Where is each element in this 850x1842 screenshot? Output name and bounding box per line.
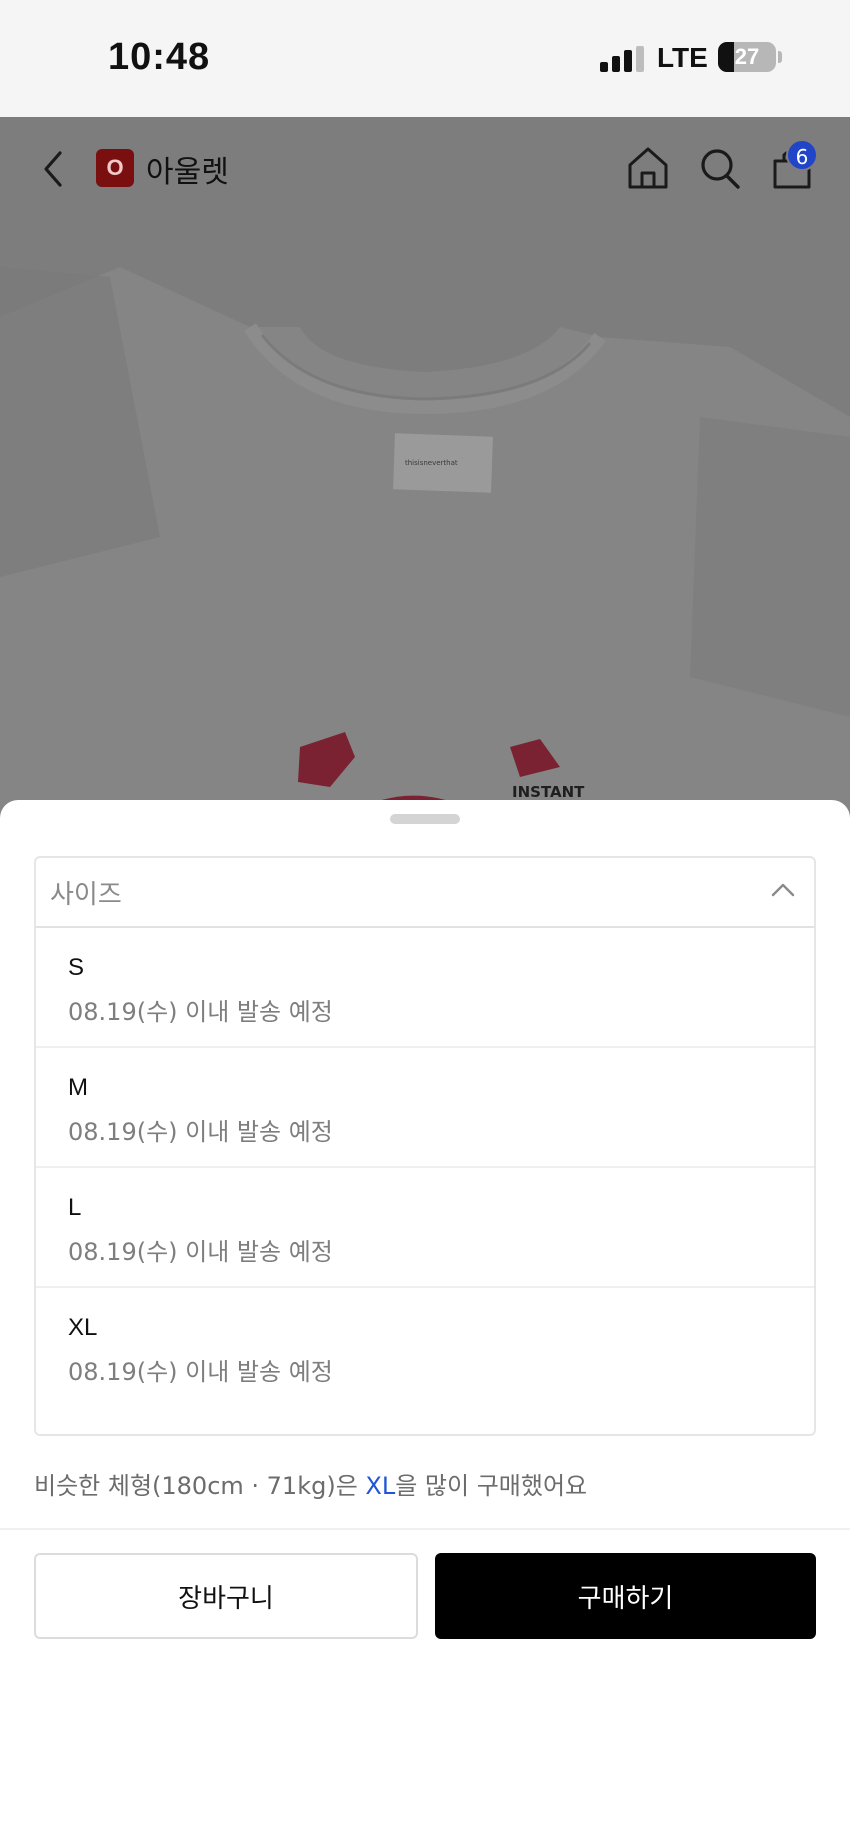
status-bar: 10:48 LTE 27 <box>0 0 850 117</box>
product-image: thisisneverthat INSTANT <box>0 117 850 842</box>
neck-label-text: thisisneverthat <box>405 459 458 467</box>
tshirt-image: thisisneverthat INSTANT <box>0 267 850 842</box>
sheet-drag-handle[interactable] <box>390 814 460 824</box>
size-recommendation: 비슷한 체형(180cm · 71kg)은 XL을 많이 구매했어요 <box>34 1466 587 1501</box>
recommendation-prefix: 비슷한 체형(180cm · 71kg)은 <box>34 1472 366 1500</box>
option-shipping-text: 08.19(수) 이내 발송 예정 <box>68 1238 333 1266</box>
status-time: 10:48 <box>108 36 211 78</box>
option-shipping-text: 08.19(수) 이내 발송 예정 <box>68 1358 333 1386</box>
back-icon[interactable] <box>40 147 70 191</box>
size-option-m[interactable]: M 08.19(수) 이내 발송 예정 <box>36 1048 814 1168</box>
battery-tip <box>778 51 782 63</box>
home-icon[interactable] <box>626 145 670 191</box>
option-size-label: S <box>68 954 85 981</box>
buy-now-button[interactable]: 구매하기 <box>435 1553 816 1639</box>
size-option-l[interactable]: L 08.19(수) 이내 발송 예정 <box>36 1168 814 1288</box>
battery-icon: 27 <box>718 42 776 72</box>
add-to-cart-button[interactable]: 장바구니 <box>34 1553 418 1639</box>
recommendation-suffix: 을 많이 구매했어요 <box>395 1472 588 1500</box>
option-bottom-sheet: 사이즈 S 08.19(수) 이내 발송 예정 M 08.19(수) 이내 발송… <box>0 800 850 1842</box>
network-type: LTE <box>657 42 708 73</box>
brand-logo[interactable]: O <box>96 149 134 187</box>
divider <box>0 1528 850 1530</box>
cart-badge: 6 <box>786 139 818 171</box>
brand-name[interactable]: 아울렛 <box>146 147 229 191</box>
search-icon[interactable] <box>698 145 742 191</box>
size-select: 사이즈 S 08.19(수) 이내 발송 예정 M 08.19(수) 이내 발송… <box>34 856 816 1436</box>
size-select-placeholder: 사이즈 <box>50 880 122 910</box>
recommended-size: XL <box>365 1472 396 1500</box>
size-select-header[interactable]: 사이즈 <box>36 858 814 928</box>
option-size-label: L <box>68 1194 82 1221</box>
option-shipping-text: 08.19(수) 이내 발송 예정 <box>68 998 333 1026</box>
chevron-up-icon[interactable] <box>770 880 796 898</box>
top-nav: O 아울렛 6 <box>0 117 850 217</box>
battery-percent: 27 <box>734 44 760 69</box>
option-size-label: M <box>68 1074 88 1101</box>
size-option-xl[interactable]: XL 08.19(수) 이내 발송 예정 <box>36 1288 814 1408</box>
size-option-s[interactable]: S 08.19(수) 이내 발송 예정 <box>36 928 814 1048</box>
option-shipping-text: 08.19(수) 이내 발송 예정 <box>68 1118 333 1146</box>
print-text: INSTANT <box>512 783 585 801</box>
option-size-label: XL <box>68 1314 98 1341</box>
signal-icon <box>600 46 644 72</box>
